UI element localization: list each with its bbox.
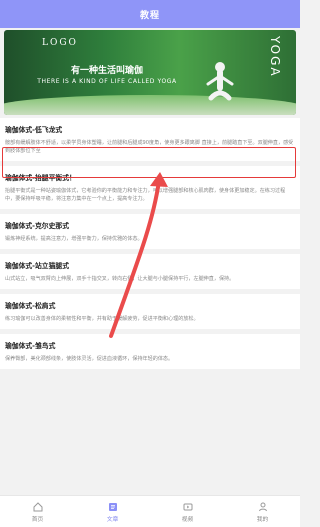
yoga-banner[interactable]: LOGO 有一种生活叫瑜伽 THERE IS A KIND OF LIFE CA…	[4, 30, 296, 115]
article-title: 瑜伽体式-雏鸟式	[5, 342, 56, 350]
article-card[interactable]: 瑜伽体式-雏鸟式 保养臀部，美化颈部线条，使肢体灵活，促进血液循环，保持年轻的体…	[0, 334, 300, 369]
article-title: 瑜伽体式-松肩式	[5, 302, 56, 310]
nav-label: 视频	[181, 516, 194, 523]
home-icon	[33, 501, 42, 511]
article-summary: 锻炼神经系统，提高注意力，增强平衡力，保持优雅的体态。	[5, 236, 143, 242]
article-icon	[108, 502, 117, 511]
article-summary: 山式站立，吸气双臂向上伸展，双手十指交叉，转向右侧，让大腿与小腿保持平行，左腿伸…	[5, 276, 235, 282]
article-card[interactable]: 瑜伽体式-松肩式 练习瑜伽可以改善身体的柔韧性和平衡，并有助于缓解疲劳，促进平衡…	[0, 294, 300, 329]
page-title: 教程	[139, 10, 160, 21]
page-header: 教程	[0, 0, 300, 28]
bottom-navigation[interactable]: 首页 文章 视频 我的	[0, 495, 300, 527]
article-summary: 抬腿平衡式是一种站姿瑜伽体式，它考验你的平衡能力和专注力，可以增强腿部和核心肌肉…	[5, 188, 286, 202]
nav-video[interactable]: 视频	[150, 496, 225, 527]
banner-logo: LOGO	[42, 38, 78, 48]
nav-label: 首页	[31, 516, 44, 523]
banner-subtitle: THERE IS A KIND OF LIFE CALLED YOGA	[37, 78, 177, 85]
highlight-box	[2, 147, 296, 178]
article-summary: 练习瑜伽可以改善身体的柔韧性和平衡，并有助于缓解疲劳，促进平衡和心理的放松。	[5, 316, 199, 322]
article-card[interactable]: 瑜伽体式-站立猫腿式 山式站立，吸气双臂向上伸展，双手十指交叉，转向右侧，让大腿…	[0, 254, 300, 289]
article-title: 瑜伽体式-克尔史那式	[5, 222, 69, 230]
nav-label: 我的	[256, 516, 269, 523]
article-summary: 保养臀部，美化颈部线条，使肢体灵活，促进血液循环，保持年轻的体态。	[5, 356, 174, 362]
nav-label: 文章	[106, 516, 119, 523]
article-title: 瑜伽体式-站立猫腿式	[5, 262, 69, 270]
yoga-figure-icon	[206, 62, 234, 101]
banner-hill	[4, 95, 296, 115]
banner-side-text: YOGA	[268, 36, 282, 78]
article-card[interactable]: 瑜伽体式-克尔史那式 锻炼神经系统，提高注意力，增强平衡力，保持优雅的体态。	[0, 214, 300, 249]
banner-title: 有一种生活叫瑜伽	[70, 66, 143, 76]
user-icon	[258, 502, 267, 511]
nav-profile[interactable]: 我的	[225, 496, 300, 527]
video-icon	[183, 503, 192, 510]
article-title: 瑜伽体式-低飞龙式	[5, 126, 63, 134]
nav-articles[interactable]: 文章	[75, 496, 150, 527]
nav-home[interactable]: 首页	[0, 496, 75, 527]
